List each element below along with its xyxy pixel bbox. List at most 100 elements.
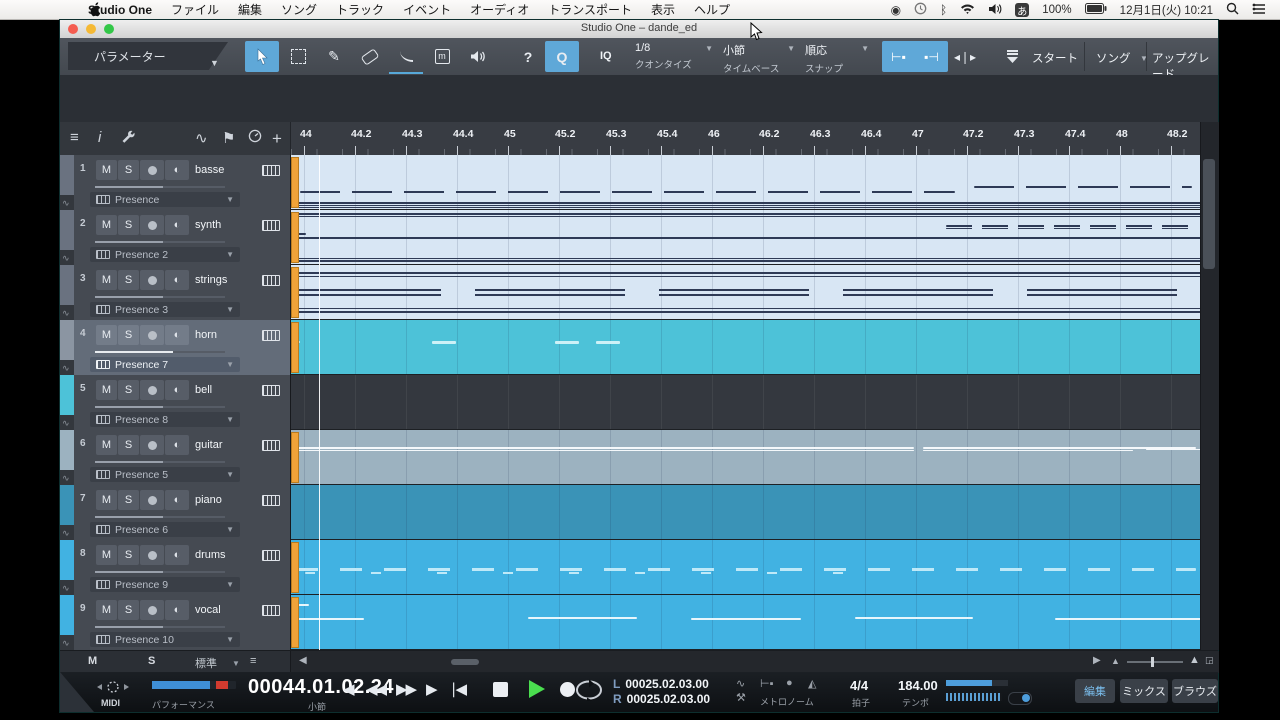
scroll-right-icon[interactable]: ▶	[1093, 655, 1101, 666]
menu-item-7[interactable]: トランスポート	[548, 1, 632, 18]
zoom-slider[interactable]	[1127, 657, 1183, 667]
menu-item-3[interactable]: ソング	[281, 1, 317, 18]
track-row-vocal[interactable]: 9 M S ◐ vocal Presence 10 ▼	[74, 595, 290, 651]
record-arm-button[interactable]	[140, 215, 164, 235]
menu-item-9[interactable]: ヘルプ	[694, 1, 730, 18]
battery-icon[interactable]	[1084, 3, 1107, 17]
monitor-button[interactable]: ◐	[165, 325, 189, 345]
mute-button[interactable]: M	[96, 545, 117, 565]
tempo-curve-icon[interactable]: ∿	[736, 677, 745, 690]
global-solo-button[interactable]: S	[148, 655, 155, 667]
track-name[interactable]: guitar	[195, 439, 223, 451]
automation-toggle-icon[interactable]: ∿	[62, 638, 70, 649]
loop-end-display[interactable]: R 00025.02.03.00	[613, 692, 710, 706]
track-lane-vocal[interactable]	[291, 595, 1201, 650]
view-button-1[interactable]: ミックス	[1120, 679, 1168, 703]
track-name[interactable]: synth	[195, 219, 221, 231]
solo-button[interactable]: S	[118, 380, 139, 400]
loop-start-display[interactable]: L 00025.02.03.00	[613, 677, 709, 691]
playhead[interactable]	[319, 155, 320, 650]
track-lane-strings[interactable]	[291, 265, 1201, 320]
precount-icon[interactable]: ●	[786, 677, 793, 689]
solo-button[interactable]: S	[118, 160, 139, 180]
track-lane-piano[interactable]	[291, 485, 1201, 540]
parameter-selector[interactable]: パラメーター	[68, 42, 228, 70]
split-view-button[interactable]: ◂❘▸	[952, 41, 978, 72]
clip-handle[interactable]	[291, 542, 299, 593]
track-name[interactable]: horn	[195, 329, 217, 341]
listen-tool-button[interactable]	[461, 41, 495, 72]
automation-toggle-icon[interactable]: ∿	[62, 198, 70, 209]
monitor-button[interactable]: ◐	[165, 270, 189, 290]
instrument-selector[interactable]: Presence 5 ▼	[90, 467, 240, 482]
bluetooth-icon[interactable]: ᛒ	[940, 3, 947, 17]
solo-button[interactable]: S	[118, 545, 139, 565]
snap-dropdown[interactable]: 順応 スナップ ▼	[805, 42, 869, 75]
instrument-selector[interactable]: Presence 6 ▼	[90, 522, 240, 537]
view-button-0[interactable]: 編集	[1075, 679, 1115, 703]
automation-toggle-icon[interactable]: ∿	[62, 583, 70, 594]
automation-toggle-icon[interactable]: ∿	[62, 418, 70, 429]
track-volume-line[interactable]	[95, 461, 225, 463]
snap-to-right-icon[interactable]: ▪⊣	[924, 50, 939, 64]
menu-item-6[interactable]: オーディオ	[470, 1, 529, 18]
record-arm-button[interactable]	[140, 600, 164, 620]
metronome-icon[interactable]: ◭	[808, 677, 816, 690]
tempo-track-icon[interactable]	[248, 129, 262, 147]
track-row-basse[interactable]: 1 M S ◐ basse Presence ▼	[74, 155, 290, 211]
transport-fast-forward-button[interactable]: ▶▶	[396, 680, 417, 698]
track-volume-line[interactable]	[95, 406, 225, 408]
track-lane-bell[interactable]	[291, 375, 1201, 430]
track-lane-guitar[interactable]	[291, 430, 1201, 485]
track-row-guitar[interactable]: 6 M S ◐ guitar Presence 5 ▼	[74, 430, 290, 486]
instrument-selector[interactable]: Presence 3 ▼	[90, 302, 240, 317]
marker-flag-icon[interactable]: ⚑	[222, 129, 235, 147]
record-arm-button[interactable]	[140, 545, 164, 565]
spotlight-icon[interactable]	[1226, 2, 1239, 18]
record-arm-button[interactable]	[140, 270, 164, 290]
track-lane-horn[interactable]	[291, 320, 1201, 375]
monitor-button[interactable]: ◐	[165, 490, 189, 510]
quantize-value-dropdown[interactable]: 1/8 クオンタイズ ▼	[635, 42, 713, 72]
timeline-ruler[interactable]: 44 44.2 44.3 44.4 45 45.2 45.3 45.4 46 46.2 46.3 46…	[290, 122, 1201, 155]
transport-prev-bar-button[interactable]: ◀	[343, 680, 354, 698]
solo-button[interactable]: S	[118, 600, 139, 620]
track-name[interactable]: strings	[195, 274, 227, 286]
track-lane-drums[interactable]	[291, 540, 1201, 595]
track-row-synth[interactable]: 2 M S ◐ synth Presence 2 ▼	[74, 210, 290, 266]
menu-item-4[interactable]: トラック	[336, 1, 384, 18]
zoom-out-icon[interactable]: ▲	[1111, 656, 1120, 666]
track-volume-line[interactable]	[95, 571, 225, 573]
track-height-mode[interactable]: 標準	[195, 655, 217, 671]
clip-handle[interactable]	[291, 597, 299, 648]
automation-toggle-icon[interactable]: ∿	[62, 363, 70, 374]
track-setup-icon[interactable]	[120, 129, 135, 148]
record-arm-button[interactable]	[140, 490, 164, 510]
monitor-button[interactable]: ◐	[165, 545, 189, 565]
mute-button[interactable]: M	[96, 435, 117, 455]
vertical-scrollbar-thumb[interactable]	[1203, 159, 1215, 269]
solo-button[interactable]: S	[118, 490, 139, 510]
solo-button[interactable]: S	[118, 325, 139, 345]
clip-handle[interactable]	[291, 322, 299, 373]
mute-button[interactable]: M	[96, 160, 117, 180]
timebase-dropdown[interactable]: 小節 タイムベース ▼	[723, 42, 795, 75]
notification-center-icon[interactable]	[1252, 3, 1266, 18]
tempo-value[interactable]: 184.00	[898, 678, 938, 693]
time-signature[interactable]: 4/4	[850, 678, 868, 693]
range-tool-button[interactable]	[281, 41, 315, 72]
instrument-selector[interactable]: Presence 2 ▼	[90, 247, 240, 262]
clip-handle[interactable]	[291, 267, 299, 318]
monitor-button[interactable]: ◐	[165, 600, 189, 620]
record-arm-button[interactable]	[140, 435, 164, 455]
start-page-button[interactable]: スタート	[1032, 50, 1078, 66]
record-arm-button[interactable]	[140, 325, 164, 345]
track-row-strings[interactable]: 3 M S ◐ strings Presence 3 ▼	[74, 265, 290, 321]
menu-item-5[interactable]: イベント	[403, 1, 451, 18]
track-volume-line[interactable]	[95, 296, 225, 298]
solo-button[interactable]: S	[118, 215, 139, 235]
transport-rewind-button[interactable]: ◀◀	[366, 680, 387, 698]
track-row-horn[interactable]: 4 M S ◐ horn Presence 7 ▼	[74, 320, 290, 376]
volume-icon[interactable]	[988, 3, 1002, 18]
track-lane-synth[interactable]	[291, 210, 1201, 265]
